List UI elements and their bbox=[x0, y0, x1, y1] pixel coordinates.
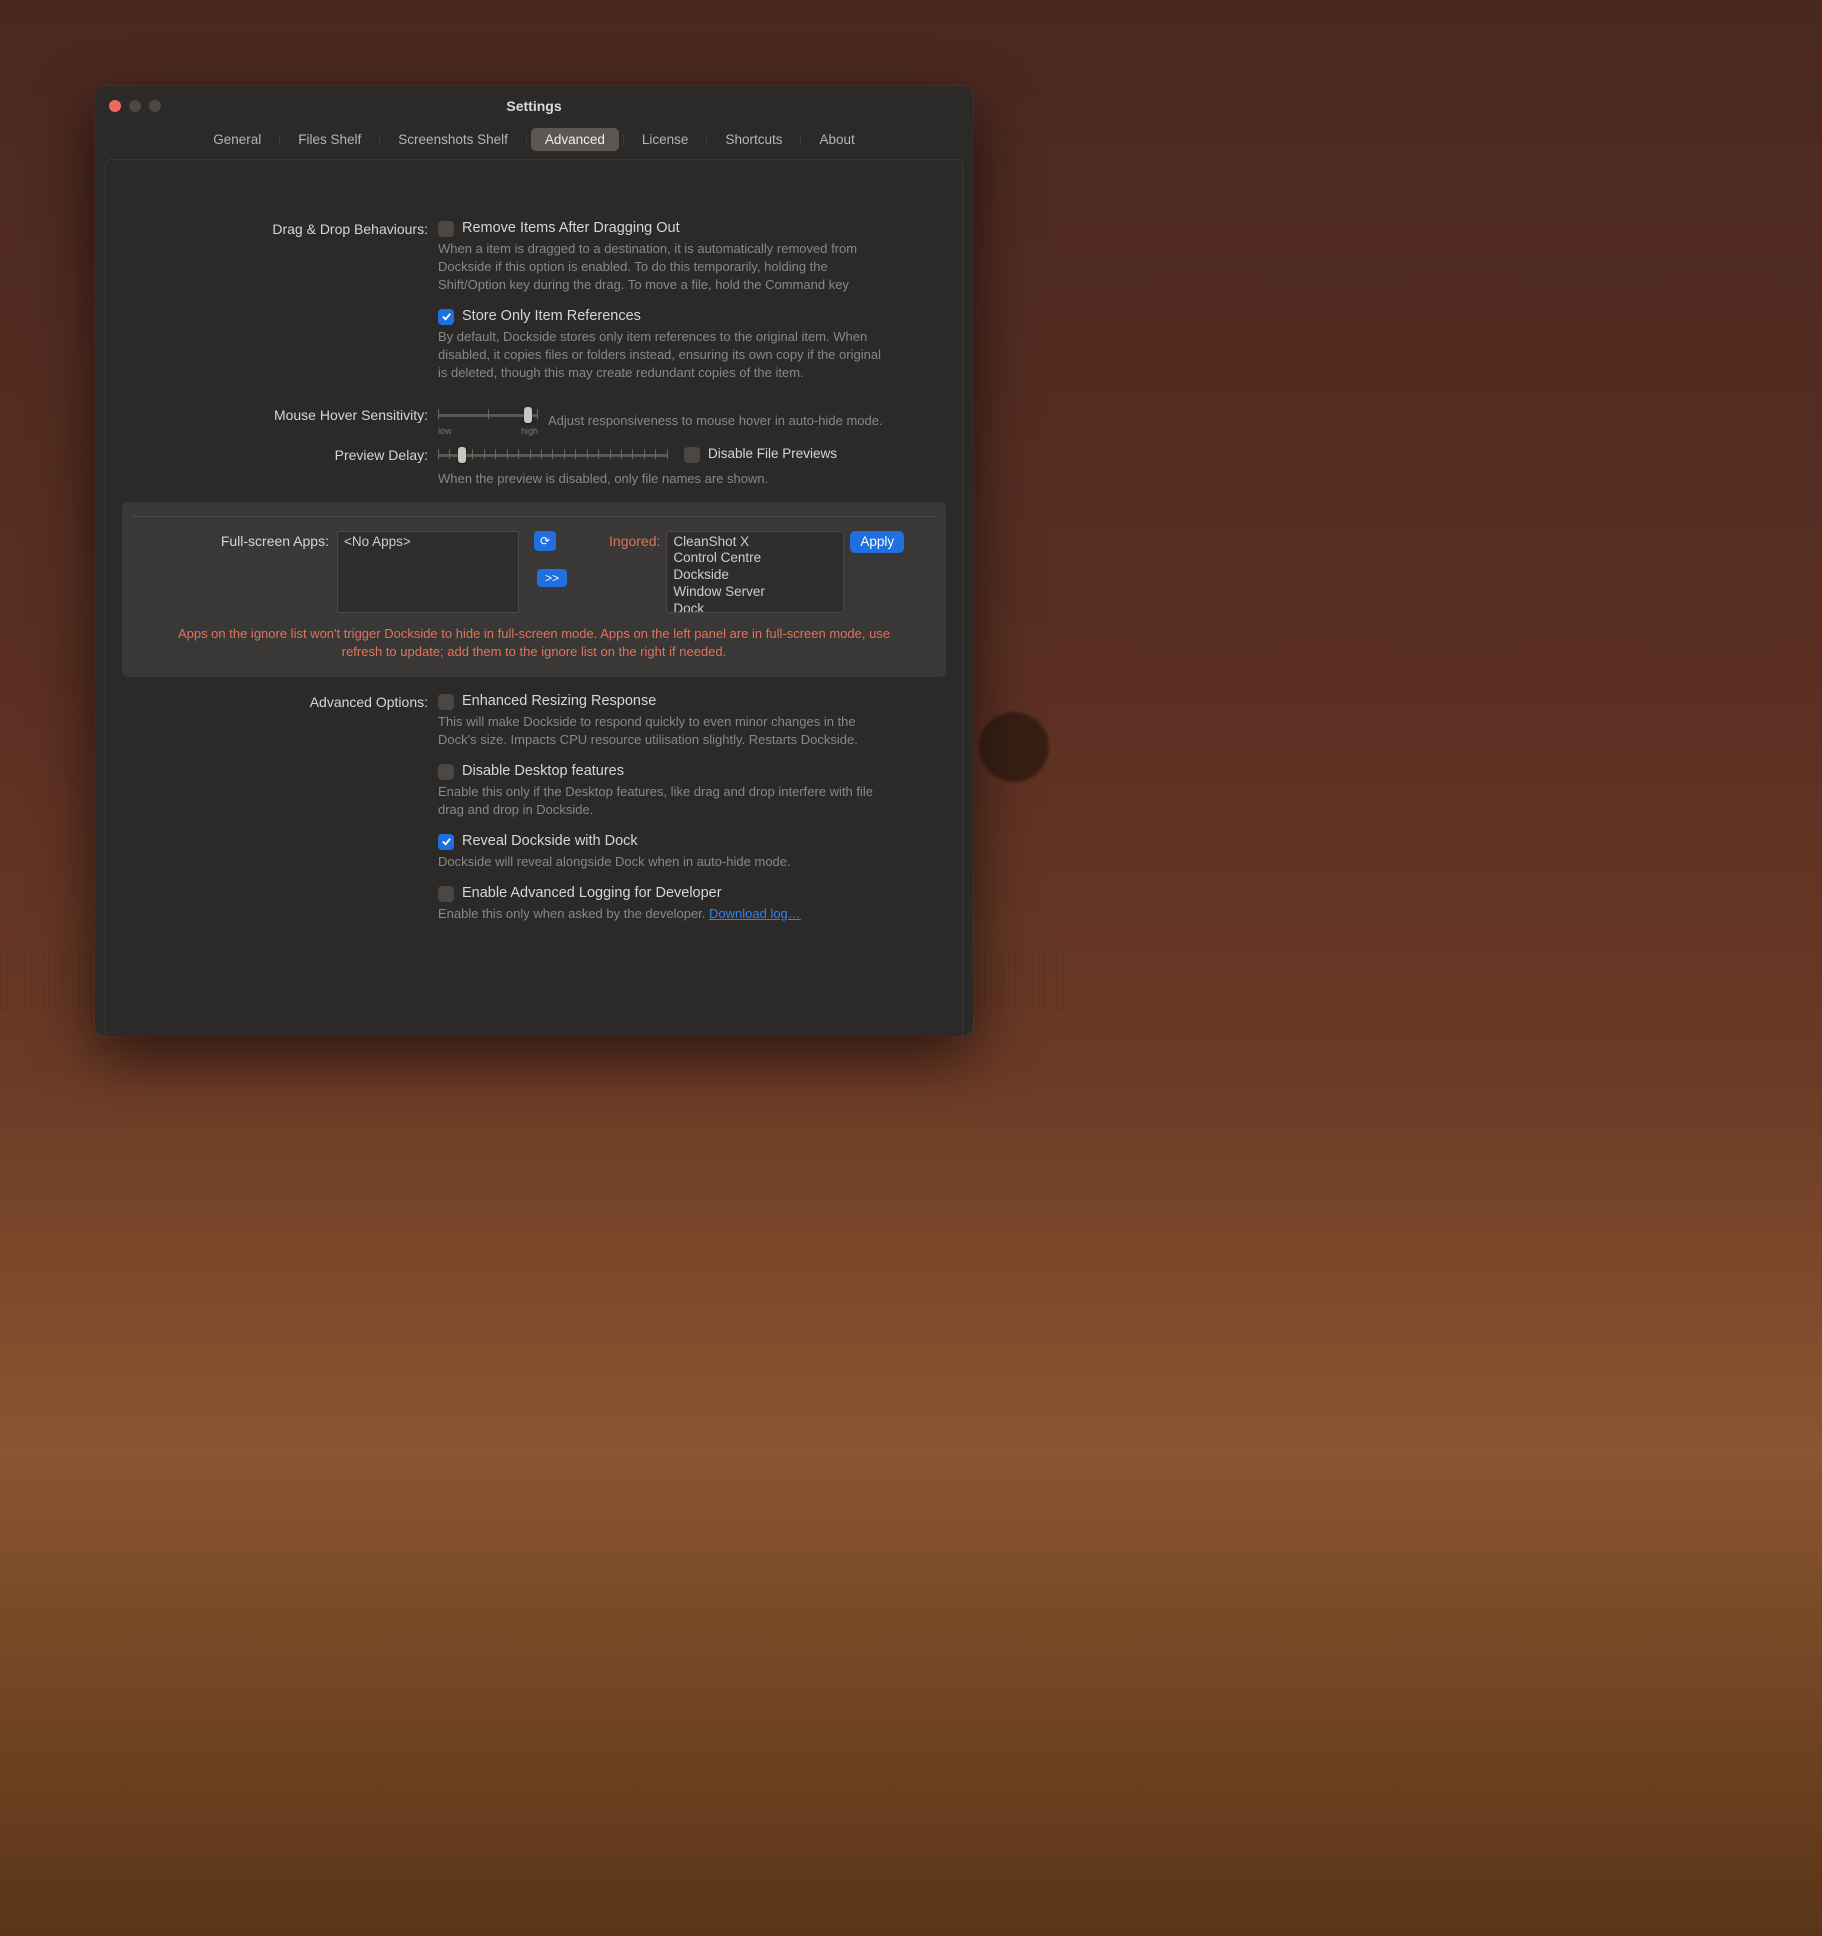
dragdrop-label: Drag & Drop Behaviours: bbox=[106, 220, 438, 396]
hover-label: Mouse Hover Sensitivity: bbox=[106, 406, 438, 436]
remove-items-desc: When a item is dragged to a destination,… bbox=[438, 240, 888, 294]
enhanced-resizing-desc: This will make Dockside to respond quick… bbox=[438, 713, 888, 749]
preview-delay-slider[interactable] bbox=[438, 446, 668, 464]
enhanced-resizing-label: Enhanced Resizing Response bbox=[462, 693, 656, 709]
reveal-dockside-desc: Dockside will reveal alongside Dock when… bbox=[438, 853, 888, 871]
download-log-link[interactable]: Download log… bbox=[709, 906, 801, 921]
titlebar: Settings bbox=[95, 86, 973, 126]
store-references-desc: By default, Dockside stores only item re… bbox=[438, 328, 888, 382]
fullscreen-apps-list[interactable]: <No Apps> bbox=[337, 531, 519, 613]
list-item[interactable]: CleanShot X bbox=[673, 534, 837, 551]
remove-items-checkbox[interactable] bbox=[438, 221, 454, 237]
list-item[interactable]: <No Apps> bbox=[344, 534, 512, 551]
disable-desktop-checkbox[interactable] bbox=[438, 764, 454, 780]
hover-hint: Adjust responsiveness to mouse hover in … bbox=[548, 413, 883, 428]
ignored-label: Ingored: bbox=[609, 531, 666, 549]
tab-license[interactable]: License bbox=[628, 128, 703, 151]
refresh-button[interactable]: ⟳ bbox=[534, 531, 556, 551]
preview-hint: When the preview is disabled, only file … bbox=[438, 470, 888, 488]
reveal-dockside-checkbox[interactable] bbox=[438, 834, 454, 850]
tab-general[interactable]: General bbox=[199, 128, 275, 151]
transfer-button[interactable]: >> bbox=[537, 569, 567, 587]
list-item[interactable]: Control Centre bbox=[673, 550, 837, 567]
tab-shortcuts[interactable]: Shortcuts bbox=[711, 128, 796, 151]
settings-window: Settings General Files Shelf Screenshots… bbox=[95, 86, 973, 1036]
window-title: Settings bbox=[95, 98, 973, 114]
fullscreen-desc: Apps on the ignore list won't trigger Do… bbox=[132, 625, 936, 661]
fullscreen-apps-label: Full-screen Apps: bbox=[132, 531, 337, 549]
advanced-logging-desc: Enable this only when asked by the devel… bbox=[438, 905, 888, 923]
list-item[interactable]: Dockside bbox=[673, 567, 837, 584]
remove-items-label: Remove Items After Dragging Out bbox=[462, 220, 680, 236]
tab-advanced[interactable]: Advanced bbox=[531, 128, 619, 151]
apply-button[interactable]: Apply bbox=[850, 531, 904, 553]
hover-sensitivity-slider[interactable] bbox=[438, 406, 538, 424]
list-item[interactable]: Window Server bbox=[673, 584, 837, 601]
advanced-options-label: Advanced Options: bbox=[106, 693, 438, 937]
disable-previews-label: Disable File Previews bbox=[708, 446, 837, 461]
refresh-icon: ⟳ bbox=[540, 534, 550, 548]
tab-files-shelf[interactable]: Files Shelf bbox=[284, 128, 375, 151]
list-item[interactable]: Dock bbox=[673, 601, 837, 613]
store-references-checkbox[interactable] bbox=[438, 309, 454, 325]
content-frame: Drag & Drop Behaviours: Remove Items Aft… bbox=[105, 159, 963, 1036]
fullscreen-panel: Full-screen Apps: <No Apps> ⟳ >> Ingored… bbox=[122, 502, 946, 677]
ignored-apps-list[interactable]: CleanShot X Control Centre Dockside Wind… bbox=[666, 531, 844, 613]
store-references-label: Store Only Item References bbox=[462, 308, 641, 324]
advanced-logging-label: Enable Advanced Logging for Developer bbox=[462, 885, 722, 901]
tab-bar: General Files Shelf Screenshots Shelf Ad… bbox=[95, 128, 973, 151]
preview-delay-label: Preview Delay: bbox=[106, 446, 438, 492]
enhanced-resizing-checkbox[interactable] bbox=[438, 694, 454, 710]
background-tree bbox=[974, 711, 1054, 831]
disable-previews-checkbox[interactable] bbox=[684, 447, 700, 463]
reveal-dockside-label: Reveal Dockside with Dock bbox=[462, 833, 638, 849]
disable-desktop-label: Disable Desktop features bbox=[462, 763, 624, 779]
tab-about[interactable]: About bbox=[805, 128, 868, 151]
advanced-logging-checkbox[interactable] bbox=[438, 886, 454, 902]
hover-low-label: low bbox=[438, 426, 452, 436]
disable-desktop-desc: Enable this only if the Desktop features… bbox=[438, 783, 888, 819]
tab-screenshots-shelf[interactable]: Screenshots Shelf bbox=[384, 128, 522, 151]
hover-high-label: high bbox=[521, 426, 538, 436]
